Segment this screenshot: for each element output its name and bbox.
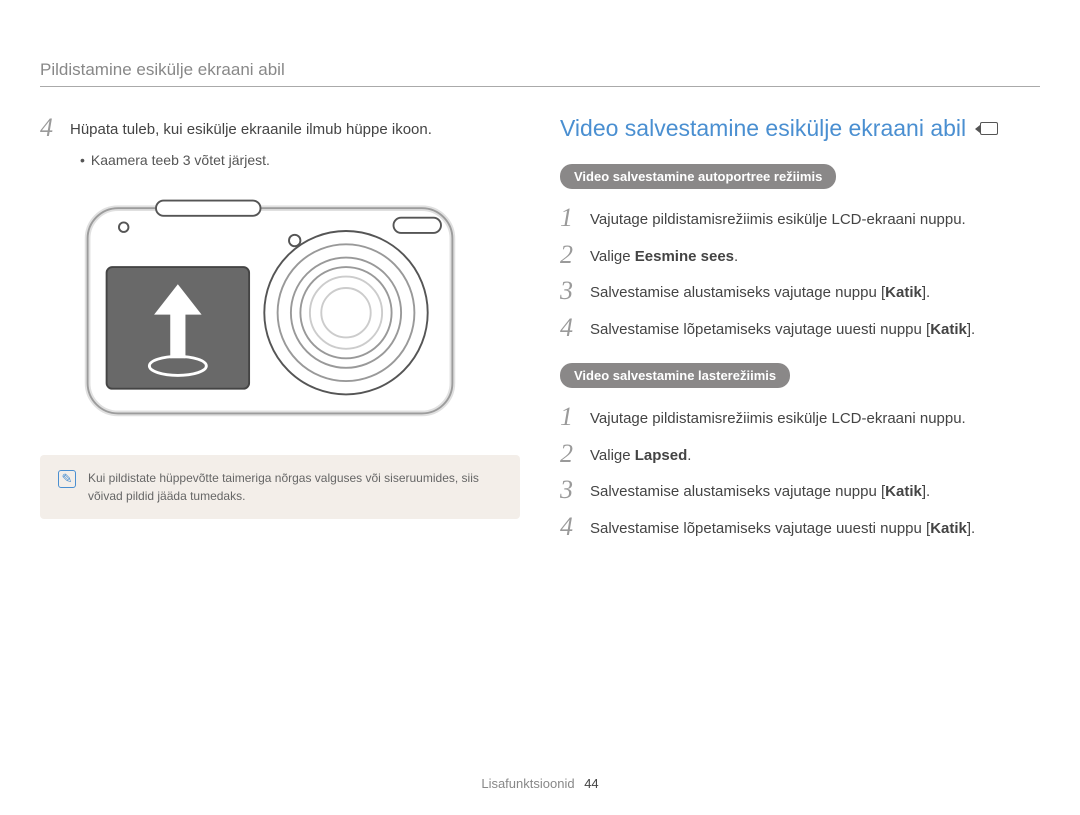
step-number: 2 [560, 441, 578, 467]
step-text: Valige Lapsed. [590, 441, 691, 468]
left-column: 4 Hüpata tuleb, kui esikülje ekraanile i… [40, 115, 520, 550]
step-text: Salvestamise alustamiseks vajutage nuppu… [590, 278, 930, 305]
step-number: 1 [560, 404, 578, 430]
b-step-4: 4 Salvestamise lõpetamiseks vajutage uue… [560, 514, 1040, 541]
right-column: Video salvestamine esikülje ekraani abil… [560, 115, 1040, 550]
bullet-text: Kaamera teeb 3 võtet järjest. [91, 152, 270, 168]
step-number: 2 [560, 242, 578, 268]
a-step-2: 2 Valige Eesmine sees. [560, 242, 1040, 269]
note-box: ✎ Kui pildistate hüppevõtte taimeriga nõ… [40, 455, 520, 519]
step-number: 4 [40, 115, 58, 141]
a-step-4: 4 Salvestamise lõpetamiseks vajutage uue… [560, 315, 1040, 342]
bullet-dot: • [80, 152, 85, 168]
step-text: Salvestamise alustamiseks vajutage nuppu… [590, 477, 930, 504]
step-text: Salvestamise lõpetamiseks vajutage uuest… [590, 315, 975, 342]
left-step-4: 4 Hüpata tuleb, kui esikülje ekraanile i… [40, 115, 520, 142]
step-number: 4 [560, 315, 578, 341]
pill-section-b: Video salvestamine lasterežiimis [560, 363, 790, 388]
right-title-text: Video salvestamine esikülje ekraani abil [560, 115, 966, 142]
footer-label: Lisafunktsioonid [481, 776, 574, 791]
step-text: Vajutage pildistamisrežiimis esikülje LC… [590, 205, 966, 232]
step-number: 3 [560, 477, 578, 503]
step-text: Hüpata tuleb, kui esikülje ekraanile ilm… [70, 115, 432, 142]
page-number: 44 [584, 776, 598, 791]
pill-section-a: Video salvestamine autoportree režiimis [560, 164, 836, 189]
note-icon: ✎ [58, 470, 76, 488]
step-text: Vajutage pildistamisrežiimis esikülje LC… [590, 404, 966, 431]
video-mode-icon [980, 122, 998, 135]
step-number: 1 [560, 205, 578, 231]
page-header: Pildistamine esikülje ekraani abil [40, 60, 1040, 87]
step-text: Valige Eesmine sees. [590, 242, 738, 269]
columns: 4 Hüpata tuleb, kui esikülje ekraanile i… [40, 115, 1040, 550]
b-step-2: 2 Valige Lapsed. [560, 441, 1040, 468]
a-step-1: 1 Vajutage pildistamisrežiimis esikülje … [560, 205, 1040, 232]
a-step-3: 3 Salvestamise alustamiseks vajutage nup… [560, 278, 1040, 305]
step-number: 4 [560, 514, 578, 540]
left-bullet: • Kaamera teeb 3 võtet järjest. [80, 152, 520, 168]
step-number: 3 [560, 278, 578, 304]
b-step-3: 3 Salvestamise alustamiseks vajutage nup… [560, 477, 1040, 504]
page-footer: Lisafunktsioonid 44 [481, 776, 598, 791]
note-text: Kui pildistate hüppevõtte taimeriga nõrg… [88, 469, 502, 505]
b-step-1: 1 Vajutage pildistamisrežiimis esikülje … [560, 404, 1040, 431]
camera-illustration [80, 192, 460, 422]
step-text: Salvestamise lõpetamiseks vajutage uuest… [590, 514, 975, 541]
right-title: Video salvestamine esikülje ekraani abil [560, 115, 1040, 142]
